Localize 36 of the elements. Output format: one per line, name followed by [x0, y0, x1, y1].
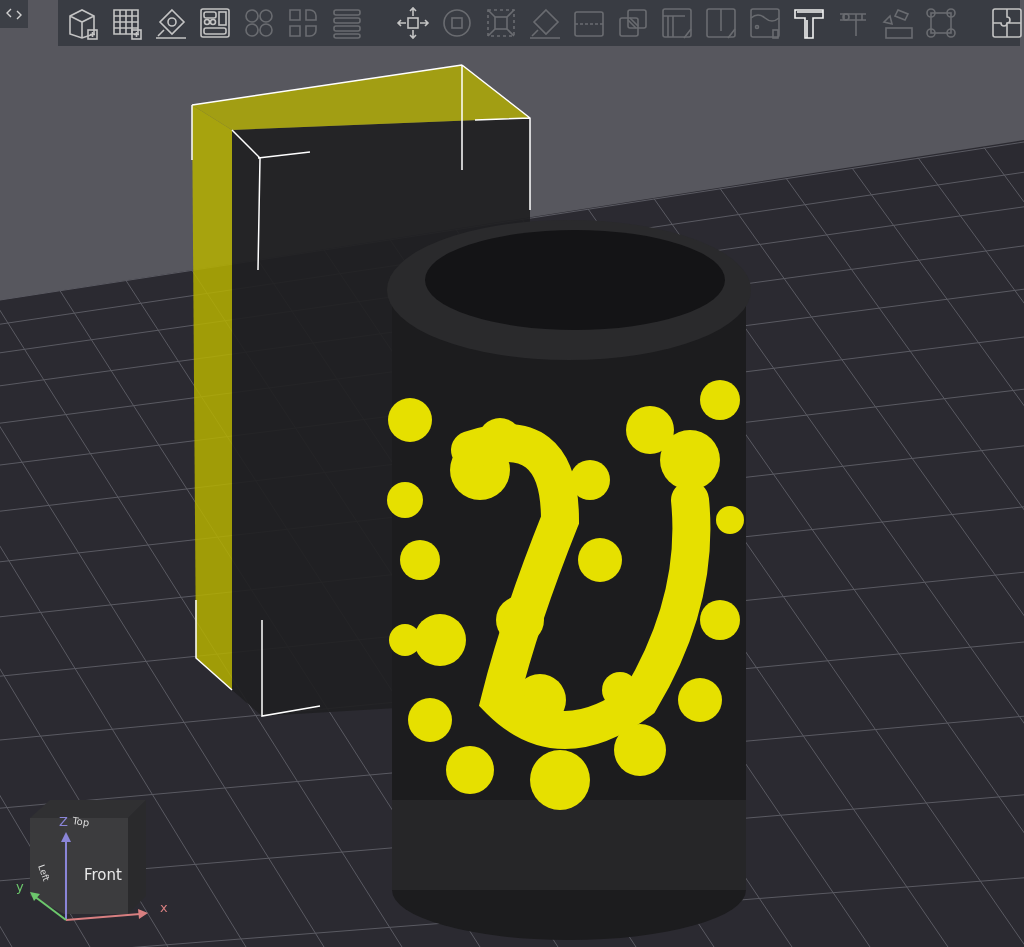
- corners-icon: [924, 6, 958, 40]
- overlap-icon: [616, 6, 650, 40]
- grid-plus-tool-button[interactable]: [110, 6, 144, 40]
- texture-icon: [704, 6, 738, 40]
- cube-plus-tool-button[interactable]: [66, 6, 100, 40]
- puzzle-tool-button[interactable]: [990, 6, 1024, 40]
- panel-toggle-button[interactable]: [0, 0, 28, 28]
- drop-icon: [880, 6, 914, 40]
- y-axis-label: y: [16, 879, 24, 894]
- move-tool-button[interactable]: [396, 6, 430, 40]
- y-axis-arrow: [30, 892, 67, 921]
- text-tool-tool-button[interactable]: [792, 6, 826, 40]
- grid-plus-icon: [110, 6, 144, 40]
- left-face-label: Left: [36, 863, 52, 883]
- layout-tool-button[interactable]: [198, 6, 232, 40]
- circles-icon: [242, 6, 276, 40]
- top-face-label: Top: [71, 815, 90, 829]
- view-cube[interactable]: Top Left Front Z y x: [14, 796, 184, 931]
- chevrons-icon: [6, 7, 22, 21]
- diamond-tool-button[interactable]: [154, 6, 188, 40]
- puzzle-icon: [990, 6, 1024, 40]
- stacked-bars-icon: [330, 6, 364, 40]
- move-icon: [396, 6, 430, 40]
- quadrants-icon: [286, 6, 320, 40]
- rotate-icon: [440, 6, 474, 40]
- diamond-icon: [154, 6, 188, 40]
- layout-icon: [198, 6, 232, 40]
- text-tool-icon: [792, 6, 826, 40]
- diamond-icon: [528, 6, 562, 40]
- x-axis-label: x: [160, 900, 168, 915]
- scale-icon: [484, 6, 518, 40]
- wave-icon: [748, 6, 782, 40]
- cube-plus-icon: [66, 6, 100, 40]
- brush-icon: [660, 6, 694, 40]
- z-axis-label: Z: [59, 814, 68, 829]
- front-face-label: Front: [84, 866, 122, 884]
